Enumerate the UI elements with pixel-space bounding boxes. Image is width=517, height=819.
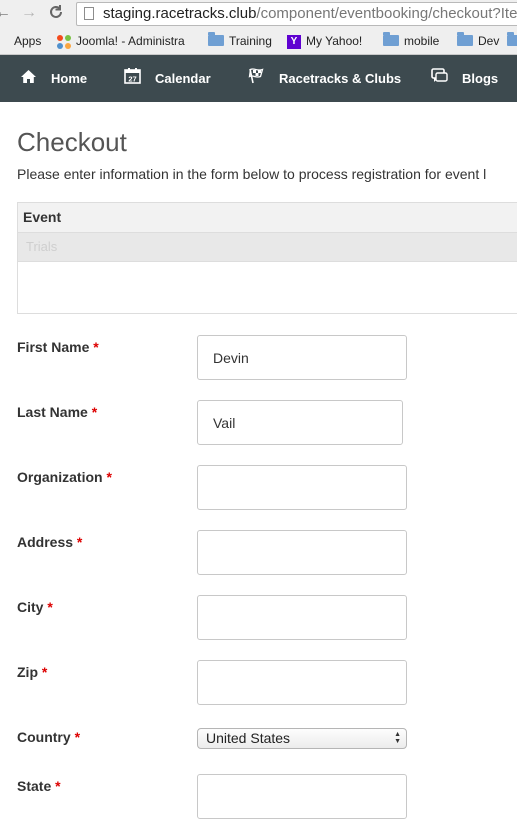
state-label: State * [17, 778, 61, 794]
intro-text: Please enter information in the form bel… [17, 166, 487, 182]
nav-home[interactable]: Home [20, 55, 87, 102]
home-icon [20, 56, 37, 103]
zip-input[interactable] [197, 660, 407, 705]
bookmark-folder[interactable] [507, 31, 517, 51]
folder-icon [383, 31, 399, 46]
first-name-input[interactable] [197, 335, 407, 380]
nav-blogs[interactable]: Blogs [431, 55, 498, 102]
nav-racetracks-clubs[interactable]: Racetracks & Clubs [248, 55, 401, 102]
site-navigation: Home 27 Calendar Racetracks & Clubs Blog… [0, 55, 517, 102]
folder-icon [507, 31, 517, 46]
nav-calendar[interactable]: 27 Calendar [124, 55, 211, 102]
address-label: Address * [17, 534, 83, 550]
svg-text:27: 27 [128, 75, 136, 84]
forward-arrow-icon[interactable]: → [20, 4, 38, 22]
select-arrows-icon: ▲ ▼ [394, 731, 401, 745]
organization-label: Organization * [17, 469, 112, 485]
yahoo-icon: Y [287, 34, 301, 49]
address-bar[interactable]: staging.racetracks.club/component/eventb… [76, 2, 517, 26]
organization-input[interactable] [197, 465, 407, 510]
first-name-label: First Name * [17, 339, 99, 355]
bookmark-joomla[interactable]: Joomla! - Administra [57, 31, 185, 51]
browser-toolbar: ← → staging.racetracks.club/component/ev… [0, 0, 517, 55]
bookmark-mobile[interactable]: mobile [383, 31, 439, 51]
apps-grid-icon [0, 36, 9, 48]
bookmarks-bar: Apps Joomla! - Administra Training Y My Y… [0, 30, 517, 52]
checkered-flag-icon [248, 56, 265, 103]
bookmark-dev[interactable]: Dev [457, 31, 499, 51]
event-table-row: Trials [18, 233, 517, 262]
event-table: Event Trials [17, 202, 517, 314]
city-label: City * [17, 599, 53, 615]
last-name-input[interactable] [197, 400, 403, 445]
url-text: staging.racetracks.club/component/eventb… [103, 5, 517, 22]
city-input[interactable] [197, 595, 407, 640]
event-table-header: Event [18, 203, 517, 233]
zip-label: Zip * [17, 664, 48, 680]
folder-icon [208, 31, 224, 46]
state-input[interactable] [197, 774, 407, 819]
page-title: Checkout [17, 127, 127, 157]
country-select[interactable]: United States ▲ ▼ [197, 728, 407, 749]
joomla-icon [57, 34, 71, 49]
address-input[interactable] [197, 530, 407, 575]
page-icon [84, 7, 94, 20]
bookmark-apps[interactable]: Apps [0, 31, 41, 51]
folder-icon [457, 31, 473, 46]
bookmark-my-yahoo[interactable]: Y My Yahoo! [287, 31, 362, 51]
calendar-icon: 27 [124, 56, 141, 103]
reload-icon[interactable] [47, 4, 65, 22]
bookmark-training[interactable]: Training [208, 31, 272, 51]
country-label: Country * [17, 729, 81, 745]
back-arrow-icon[interactable]: ← [0, 4, 12, 22]
speech-bubble-icon [431, 56, 448, 103]
last-name-label: Last Name * [17, 404, 98, 420]
